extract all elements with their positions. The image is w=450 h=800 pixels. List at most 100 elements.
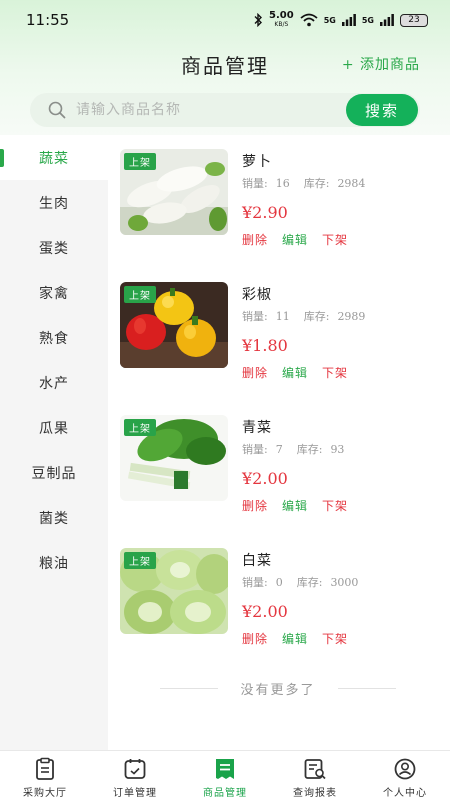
sales-value: 16 bbox=[275, 177, 290, 190]
delete-button[interactable]: 删除 bbox=[242, 233, 268, 247]
delete-button[interactable]: 删除 bbox=[242, 366, 268, 380]
search-input[interactable] bbox=[76, 93, 326, 127]
stock-value: 2989 bbox=[337, 310, 366, 323]
nav-order-management[interactable]: 订单管理 bbox=[90, 751, 180, 800]
sales-label: 销量: bbox=[242, 576, 268, 589]
status-badge: 上架 bbox=[124, 552, 156, 569]
product-card[interactable]: 上架 白菜 销量: 0 库存: 3000 ¥2.00 删除 编辑 下架 bbox=[120, 548, 440, 646]
product-list-icon bbox=[216, 759, 234, 779]
category-item-mushrooms[interactable]: 菌类 bbox=[0, 495, 108, 540]
stock-label: 库存: bbox=[296, 443, 323, 456]
category-item-raw-meat[interactable]: 生肉 bbox=[0, 180, 108, 225]
user-icon bbox=[394, 758, 416, 780]
stock-label: 库存: bbox=[303, 177, 330, 190]
network-speed: 5.00 KB/S bbox=[269, 11, 294, 29]
search-icon bbox=[48, 101, 66, 119]
product-actions: 删除 编辑 下架 bbox=[242, 630, 362, 647]
category-item-poultry[interactable]: 家禽 bbox=[0, 270, 108, 315]
signal-1-icon bbox=[341, 14, 356, 26]
status-badge: 上架 bbox=[124, 286, 156, 303]
product-stats: 销量: 11 库存: 2989 bbox=[242, 308, 379, 324]
status-time: 11:55 bbox=[26, 11, 70, 29]
nav-label: 商品管理 bbox=[203, 788, 247, 799]
nav-label: 采购大厅 bbox=[23, 788, 67, 799]
status-bar: 11:55 5.00 KB/S 5G 5G 23 bbox=[0, 0, 450, 40]
category-item-grain-oil[interactable]: 粮油 bbox=[0, 540, 108, 585]
category-item-eggs[interactable]: 蛋类 bbox=[0, 225, 108, 270]
product-stats: 销量: 0 库存: 3000 bbox=[242, 574, 372, 590]
status-icons: 5.00 KB/S 5G 5G 23 bbox=[253, 11, 428, 29]
signal-2-icon bbox=[380, 14, 394, 26]
nav-query-reports[interactable]: 查询报表 bbox=[270, 751, 360, 800]
sales-value: 0 bbox=[275, 576, 283, 589]
product-image-napa-cabbage: 上架 bbox=[120, 548, 228, 634]
product-image-greens: 上架 bbox=[120, 415, 228, 501]
nav-product-management[interactable]: 商品管理 bbox=[180, 751, 270, 800]
product-name: 萝卜 bbox=[242, 154, 272, 170]
delete-button[interactable]: 删除 bbox=[242, 632, 268, 646]
sales-label: 销量: bbox=[242, 310, 268, 323]
edit-button[interactable]: 编辑 bbox=[282, 366, 308, 380]
product-actions: 删除 编辑 下架 bbox=[242, 364, 362, 381]
product-card[interactable]: 上架 彩椒 销量: 11 库存: 2989 ¥1.80 删除 编辑 下架 bbox=[120, 282, 440, 380]
wifi-icon bbox=[300, 13, 318, 27]
edit-button[interactable]: 编辑 bbox=[282, 233, 308, 247]
category-sidebar: 蔬菜 生肉 蛋类 家禽 熟食 水产 瓜果 豆制品 菌类 粮油 bbox=[0, 135, 108, 750]
network-speed-unit: KB/S bbox=[274, 21, 289, 28]
nav-label: 订单管理 bbox=[113, 788, 157, 799]
product-price: ¥2.00 bbox=[242, 469, 288, 488]
clipboard-icon bbox=[36, 757, 54, 780]
signal-2-label: 5G bbox=[361, 15, 374, 25]
category-item-seafood[interactable]: 水产 bbox=[0, 360, 108, 405]
nav-label: 查询报表 bbox=[293, 788, 337, 799]
nav-label: 个人中心 bbox=[383, 788, 427, 799]
take-down-button[interactable]: 下架 bbox=[322, 499, 348, 513]
stock-value: 3000 bbox=[330, 576, 359, 589]
edit-button[interactable]: 编辑 bbox=[282, 632, 308, 646]
sales-label: 销量: bbox=[242, 177, 268, 190]
product-name: 彩椒 bbox=[242, 287, 272, 303]
product-price: ¥2.00 bbox=[242, 602, 288, 621]
add-product-button[interactable]: + 添加商品 bbox=[342, 54, 420, 74]
edit-button[interactable]: 编辑 bbox=[282, 499, 308, 513]
product-stats: 销量: 16 库存: 2984 bbox=[242, 175, 379, 191]
stock-value: 93 bbox=[330, 443, 345, 456]
product-price: ¥2.90 bbox=[242, 203, 288, 222]
sales-value: 7 bbox=[275, 443, 283, 456]
search-button[interactable]: 搜索 bbox=[346, 94, 418, 126]
no-more-text: 没有更多了 bbox=[160, 679, 396, 698]
bluetooth-icon bbox=[254, 13, 263, 27]
product-price: ¥1.80 bbox=[242, 336, 288, 355]
category-item-fruits[interactable]: 瓜果 bbox=[0, 405, 108, 450]
search-bar: 搜索 bbox=[30, 93, 420, 127]
delete-button[interactable]: 删除 bbox=[242, 499, 268, 513]
product-name: 青菜 bbox=[242, 420, 272, 436]
product-actions: 删除 编辑 下架 bbox=[242, 497, 362, 514]
product-card[interactable]: 上架 青菜 销量: 7 库存: 93 ¥2.00 删除 编辑 下架 bbox=[120, 415, 440, 513]
nav-personal-center[interactable]: 个人中心 bbox=[360, 751, 450, 800]
take-down-button[interactable]: 下架 bbox=[322, 366, 348, 380]
status-badge: 上架 bbox=[124, 419, 156, 436]
nav-purchase-hall[interactable]: 采购大厅 bbox=[0, 751, 90, 800]
take-down-button[interactable]: 下架 bbox=[322, 632, 348, 646]
category-item-vegetables[interactable]: 蔬菜 bbox=[0, 135, 108, 180]
category-item-cooked-food[interactable]: 熟食 bbox=[0, 315, 108, 360]
report-search-icon bbox=[304, 759, 326, 780]
signal-1-label: 5G bbox=[323, 15, 336, 25]
take-down-button[interactable]: 下架 bbox=[322, 233, 348, 247]
category-item-soy-products[interactable]: 豆制品 bbox=[0, 450, 108, 495]
product-image-bell-pepper: 上架 bbox=[120, 282, 228, 368]
product-image-radish: 上架 bbox=[120, 149, 228, 235]
title-bar: 商品管理 + 添加商品 bbox=[0, 46, 450, 82]
sales-label: 销量: bbox=[242, 443, 268, 456]
product-name: 白菜 bbox=[242, 553, 272, 569]
bottom-navigation: 采购大厅 订单管理 商品管理 查询报表 个人中心 bbox=[0, 750, 450, 800]
product-card[interactable]: 上架 萝卜 销量: 16 库存: 2984 ¥2.90 删除 编辑 下架 bbox=[120, 149, 440, 247]
calendar-icon bbox=[124, 759, 146, 779]
stock-label: 库存: bbox=[303, 310, 330, 323]
status-badge: 上架 bbox=[124, 153, 156, 170]
product-actions: 删除 编辑 下架 bbox=[242, 231, 362, 248]
stock-value: 2984 bbox=[337, 177, 366, 190]
product-stats: 销量: 7 库存: 93 bbox=[242, 441, 358, 457]
battery-icon: 23 bbox=[400, 13, 428, 27]
